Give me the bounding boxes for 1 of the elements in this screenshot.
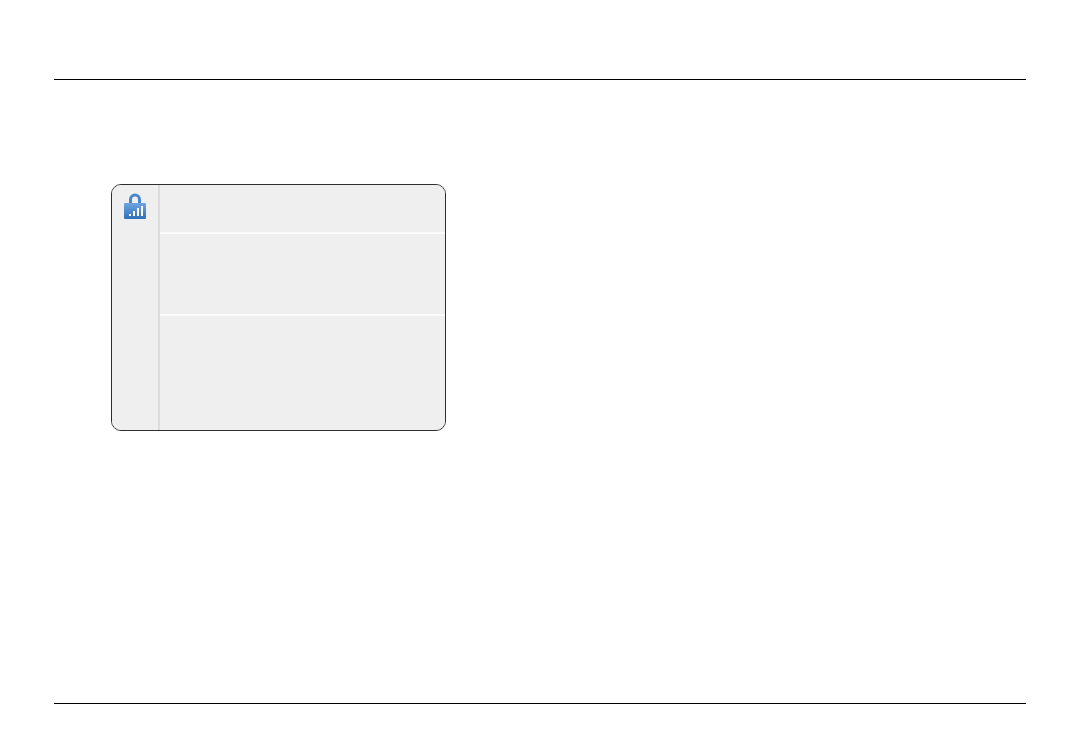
padlock-signal-icon	[124, 192, 146, 219]
